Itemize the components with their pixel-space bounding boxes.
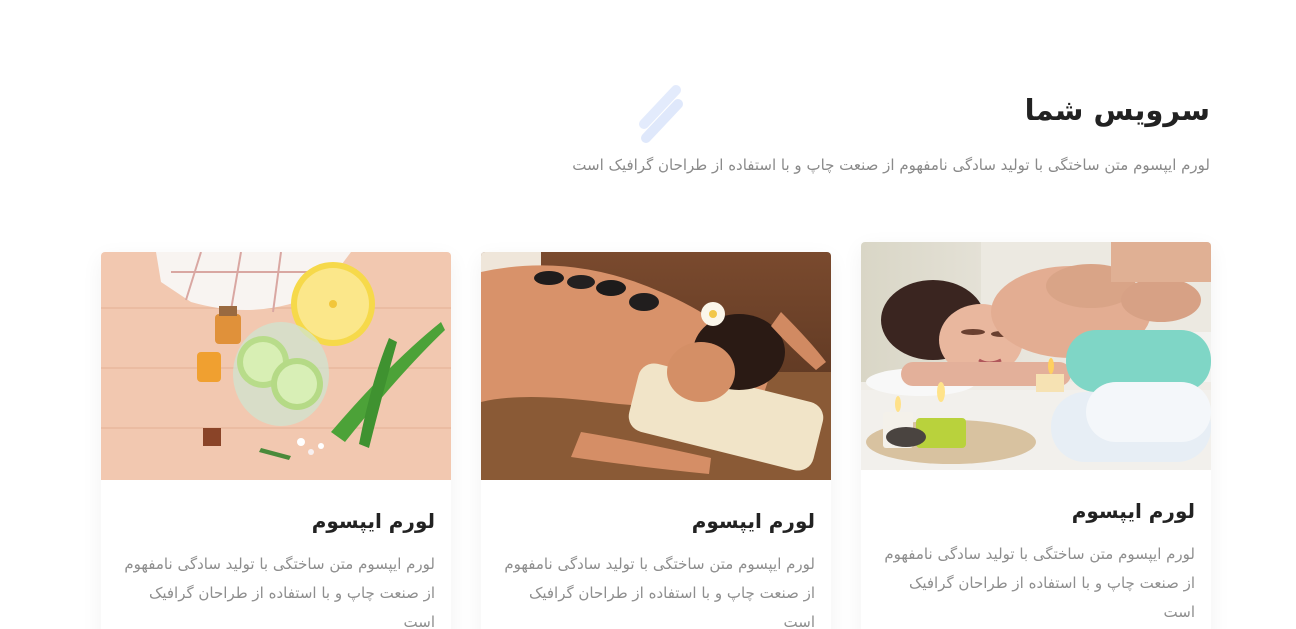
- card-title: لورم ایپسوم: [1071, 499, 1195, 523]
- double-slash-icon: [639, 85, 683, 143]
- card-title: لورم ایپسوم: [691, 509, 815, 533]
- service-card[interactable]: لورم ایپسوم لورم ایپسوم متن ساختگی با تو…: [481, 252, 831, 629]
- card-text: لورم ایپسوم متن ساختگی با تولید سادگی نا…: [124, 555, 435, 629]
- card-title: لورم ایپسوم: [311, 509, 435, 533]
- section-subtitle: لورم ایپسوم متن ساختگی با تولید سادگی نا…: [572, 156, 1210, 174]
- section-title: سرویس شما: [1024, 93, 1210, 127]
- service-card[interactable]: لورم ایپسوم لورم ایپسوم متن ساختگی با تو…: [861, 242, 1211, 629]
- cucumber-aloe-ingredients-image: [101, 252, 451, 480]
- services-section: سرویس شما لورم ایپسوم متن ساختگی با تولی…: [0, 0, 1296, 629]
- hot-stone-massage-image: [481, 252, 831, 480]
- service-card[interactable]: لورم ایپسوم لورم ایپسوم متن ساختگی با تو…: [101, 252, 451, 629]
- card-text: لورم ایپسوم متن ساختگی با تولید سادگی نا…: [504, 555, 815, 629]
- card-text: لورم ایپسوم متن ساختگی با تولید سادگی نا…: [884, 545, 1195, 621]
- spa-massage-shoulder-image: [861, 242, 1211, 470]
